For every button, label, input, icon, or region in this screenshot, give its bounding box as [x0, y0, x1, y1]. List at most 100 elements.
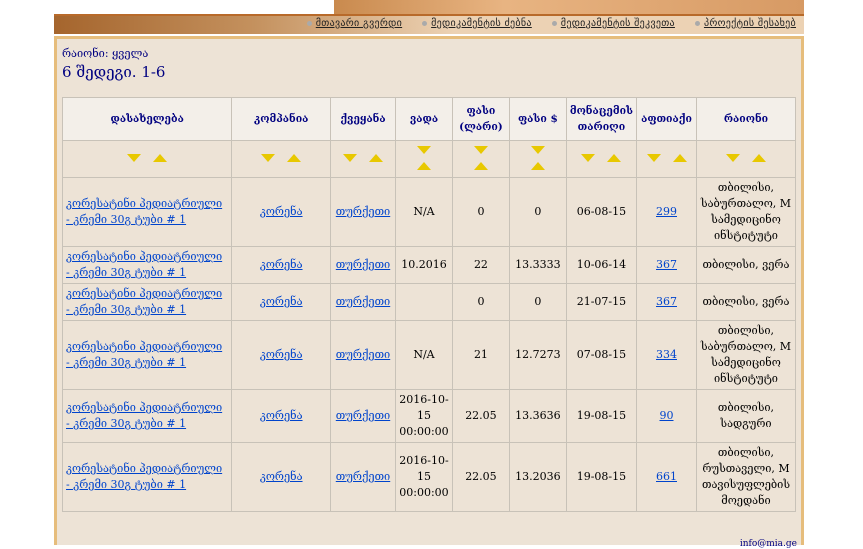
sort-descending-icon[interactable] — [530, 146, 545, 154]
cell-date: 06-08-15 — [565, 177, 638, 247]
cell-country: თურქეთი — [330, 177, 396, 247]
sort-descending-icon[interactable] — [725, 154, 740, 162]
cell-pharmacy: 90 — [636, 389, 697, 443]
sort-controls — [231, 140, 332, 178]
column-header: რაიონი — [695, 97, 797, 141]
nav-link[interactable]: პროექტის შესახებ — [695, 18, 796, 29]
sort-ascending-icon[interactable] — [153, 154, 168, 162]
cell-date: 07-08-15 — [565, 320, 638, 390]
price_usd-value: 13.3636 — [515, 409, 561, 422]
sort-controls — [508, 140, 567, 178]
sort-controls — [61, 140, 233, 178]
company-link[interactable]: კორენა — [260, 409, 303, 422]
company-link[interactable]: კორენა — [260, 295, 303, 308]
sort-descending-icon[interactable] — [343, 154, 357, 162]
district-value: თბილისი, რუსთაველი, M თავისუფლების მოედა… — [701, 446, 791, 507]
cell-district: თბილისი, ვერა — [695, 246, 797, 284]
company-link[interactable]: კორენა — [260, 470, 303, 483]
sort-controls — [695, 140, 797, 178]
cell-pharmacy: 334 — [636, 320, 697, 390]
sort-ascending-icon[interactable] — [530, 162, 545, 170]
cell-country: თურქეთი — [330, 442, 396, 512]
nav-link[interactable]: მედიკამენტის ძებნა — [422, 18, 532, 29]
sort-descending-icon[interactable] — [416, 146, 431, 154]
pharmacy-link[interactable]: 334 — [656, 348, 677, 361]
price_usd-value: 0 — [534, 295, 542, 308]
price_usd-value: 13.2036 — [515, 470, 561, 483]
sort-descending-icon[interactable] — [646, 154, 661, 162]
cell-price_usd: 13.3333 — [508, 246, 567, 284]
sort-descending-icon[interactable] — [473, 146, 488, 154]
country-link[interactable]: თურქეთი — [336, 409, 390, 422]
district-filter-label: რაიონი: ყველა — [62, 47, 149, 60]
sort-descending-icon[interactable] — [261, 154, 276, 162]
sort-descending-icon[interactable] — [127, 154, 142, 162]
cell-pharmacy: 367 — [636, 283, 697, 321]
sort-ascending-icon[interactable] — [473, 162, 488, 170]
cell-company: კორენა — [231, 389, 332, 443]
cell-name: კორესატინი პედიატრიული - კრემი 30გ ტუბი … — [61, 389, 233, 443]
sort-ascending-icon[interactable] — [672, 154, 687, 162]
sort-ascending-icon[interactable] — [369, 154, 383, 162]
cell-pharmacy: 367 — [636, 246, 697, 284]
country-link[interactable]: თურქეთი — [336, 348, 390, 361]
cell-district: თბილისი, რუსთაველი, M თავისუფლების მოედა… — [695, 442, 797, 512]
cell-expiry: N/A — [394, 320, 453, 390]
country-link[interactable]: თურქეთი — [336, 470, 390, 483]
sort-ascending-icon[interactable] — [416, 162, 431, 170]
country-link[interactable]: თურქეთი — [336, 295, 390, 308]
company-link[interactable]: კორენა — [260, 348, 303, 361]
cell-district: თბილისი, ვერა — [695, 283, 797, 321]
header-banner — [54, 0, 804, 16]
cell-pharmacy: 661 — [636, 442, 697, 512]
cell-price_usd: 0 — [508, 283, 567, 321]
table-row: კორესატინი პედიატრიული - კრემი 30გ ტუბი … — [61, 320, 797, 390]
column-header: კომპანია — [231, 97, 332, 141]
price_gel-value: 22 — [473, 258, 488, 271]
name-link[interactable]: კორესატინი პედიატრიული - კრემი 30გ ტუბი … — [66, 287, 222, 316]
date-value: 10-06-14 — [576, 258, 627, 271]
column-header: ვადა — [394, 97, 453, 141]
country-link[interactable]: თურქეთი — [336, 258, 390, 271]
pharmacy-link[interactable]: 661 — [656, 470, 677, 483]
cell-expiry: 10.2016 — [394, 246, 453, 284]
date-value: 07-08-15 — [576, 348, 627, 361]
cell-name: კორესატინი პედიატრიული - კრემი 30გ ტუბი … — [61, 320, 233, 390]
name-link[interactable]: კორესატინი პედიატრიული - კრემი 30გ ტუბი … — [66, 462, 222, 491]
sort-ascending-icon[interactable] — [751, 154, 766, 162]
district-value: თბილისი, ვერა — [702, 258, 790, 271]
sort-controls — [636, 140, 697, 178]
name-link[interactable]: კორესატინი პედიატრიული - კრემი 30გ ტუბი … — [66, 250, 222, 279]
sort-controls — [451, 140, 510, 178]
company-link[interactable]: კორენა — [260, 205, 303, 218]
date-value: 21-07-15 — [576, 295, 627, 308]
nav-link[interactable]: მედიკამენტის შეკვეთა — [552, 18, 675, 29]
pharmacy-link[interactable]: 367 — [656, 295, 677, 308]
column-header: ფასი (ლარი) — [451, 97, 510, 141]
price_usd-value: 12.7273 — [515, 348, 561, 361]
column-header: აფთიაქი — [636, 97, 697, 141]
name-link[interactable]: კორესატინი პედიატრიული - კრემი 30გ ტუბი … — [66, 197, 222, 226]
name-link[interactable]: კორესატინი პედიატრიული - კრემი 30გ ტუბი … — [66, 401, 222, 430]
company-link[interactable]: კორენა — [260, 258, 303, 271]
pharmacy-link[interactable]: 299 — [656, 205, 677, 218]
pharmacy-link[interactable]: 367 — [656, 258, 677, 271]
expiry-value: 2016-10-15 00:00:00 — [399, 454, 449, 499]
cell-country: თურქეთი — [330, 389, 396, 443]
sort-ascending-icon[interactable] — [287, 154, 302, 162]
sort-descending-icon[interactable] — [581, 154, 596, 162]
country-link[interactable]: თურქეთი — [336, 205, 390, 218]
cell-company: კორენა — [231, 442, 332, 512]
sort-controls — [394, 140, 453, 178]
name-link[interactable]: კორესატინი პედიატრიული - კრემი 30გ ტუბი … — [66, 340, 222, 369]
cell-expiry: N/A — [394, 177, 453, 247]
cell-country: თურქეთი — [330, 246, 396, 284]
column-header: ფასი $ — [508, 97, 567, 141]
sort-ascending-icon[interactable] — [607, 154, 622, 162]
footer-contact: info@mia.ge — [739, 539, 797, 549]
results-count: 6 შედეგი. 1-6 — [62, 63, 166, 81]
nav-link[interactable]: მთავარი გვერდი — [307, 18, 402, 29]
district-value: თბილისი, საბურთალო, M სამედიცინო ინსტიტუ… — [700, 181, 792, 242]
pharmacy-link[interactable]: 90 — [660, 409, 674, 422]
cell-company: კორენა — [231, 246, 332, 284]
